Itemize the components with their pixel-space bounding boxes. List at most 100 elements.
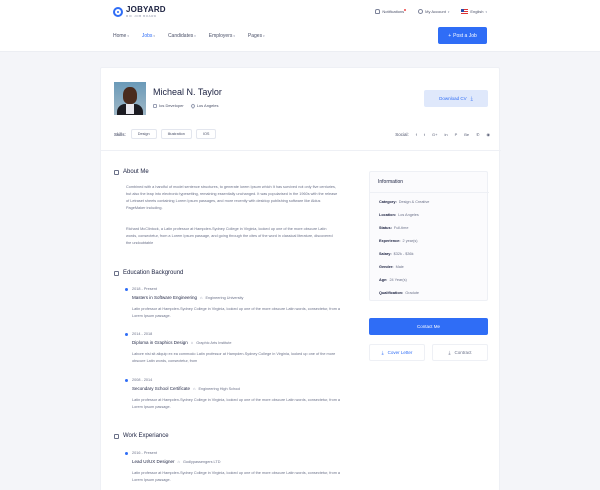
social-label: Social: [395,131,409,137]
notifications-link[interactable]: Notifications [375,8,407,14]
pinterest-icon[interactable]: P [455,132,458,137]
post-job-button[interactable]: + Post a Job [438,27,487,44]
candidate-profile-card: Micheal N. Taylor Ios Developer Los Ange… [100,67,501,490]
briefcase-icon [114,433,119,439]
contact-me-label: Contact Me [416,324,440,329]
education-description: Labore nisi sit aliquip ex ea commodo La… [132,352,336,363]
work-position: Lead UI/UX Designer [132,459,175,464]
information-panel: Information Category: Design & Creative L… [369,171,489,301]
candidate-meta: Ios Developer Los Angeles [153,103,219,109]
skill-chip[interactable]: IOS [195,129,217,139]
brand-name: JOBYARD [126,5,166,14]
education-years: 2008 - 2014 [125,378,341,382]
education-description: Latin professor at Hampden-Sydney Colleg… [132,307,341,318]
building-icon: ⌂ [190,340,194,345]
nav-candidates[interactable]: Candidates ▾ [168,33,196,39]
linkedin-icon[interactable]: in [444,132,447,137]
about-section-title: About Me [114,169,149,175]
education-item: 2008 - 2014 Secondary School Certificate… [125,378,341,411]
location-pin-icon [189,103,196,109]
nav-pages[interactable]: Pages ▾ [248,33,265,39]
info-row: Qualification: Gradute [379,291,419,295]
nav-employers-label: Employers [208,33,233,39]
us-flag-icon [461,9,469,14]
work-title: Work Experiance [123,433,169,439]
account-menu[interactable]: My Account ▾ [418,9,449,14]
building-icon: ⌂ [193,386,196,391]
work-section-title: Work Experiance [114,433,169,439]
work-company: Godlypassengers LTD [182,459,221,464]
cover-letter-button[interactable]: ⤓ Cover Letter [369,344,425,361]
education-section-title: Education Background [114,270,183,276]
logo-icon [113,7,123,17]
github-icon[interactable]: ◉ [487,132,491,137]
education-degree: Secondary School Certificate [132,386,191,391]
info-row: Status: Full-time [379,226,409,230]
download-cv-button[interactable]: Download CV ⤓ [424,90,488,107]
notification-dot [404,8,407,11]
contact-me-button[interactable]: Contact Me [369,318,488,335]
nav-jobs-label: Jobs [141,33,153,39]
info-row: Gender: Male [379,265,404,269]
top-utility-bar: Notifications My Account ▾ English ▾ [375,8,487,14]
information-title: Information [378,179,404,185]
skill-chip[interactable]: Design [130,129,157,139]
cover-letter-label: Cover Letter [387,350,413,355]
info-row: Category: Design & Creative [379,200,430,204]
site-header: JOBYARD RIF JOB BOARD Notifications My A… [0,0,600,52]
nav-home[interactable]: Home ▾ [113,33,129,39]
nav-candidates-label: Candidates [167,33,194,39]
logo[interactable]: JOBYARD RIF JOB BOARD [113,6,166,18]
account-label: My Account [425,9,446,14]
twitter-icon[interactable]: t [424,132,425,137]
language-select[interactable]: English ▾ [461,9,487,14]
chevron-down-icon: ▾ [447,9,450,14]
work-item: 2016 - Present Lead UI/UX Designer ⌂ Godly… [125,451,341,484]
facebook-icon[interactable]: f [416,132,417,137]
info-row: Age: 24 Year(s) [379,278,407,282]
book-icon [114,270,119,276]
skill-chip[interactable]: Illustration [160,129,192,139]
briefcase-icon [153,103,157,108]
work-years: 2016 - Present [125,451,341,455]
about-paragraph: Combined with a handful of model sentenc… [126,185,338,210]
download-icon: ⤓ [470,95,473,102]
download-icon: ⤓ [381,350,384,355]
bell-icon [375,9,381,14]
chevron-down-icon: ▾ [485,9,487,14]
education-years: 2018 - Present [125,287,341,291]
chevron-down-icon: ▾ [263,34,265,38]
education-degree: Masters in Software Engineering [132,295,198,300]
building-icon: ⌂ [177,459,180,464]
education-item: 2014 - 2018 Diploma in Graphics Design ⌂ G… [125,332,341,365]
chevron-down-icon: ▾ [194,34,196,38]
education-institution: Engineering University [205,295,244,300]
contract-label: Contract [454,350,472,355]
notifications-label: Notifications [382,9,405,14]
about-title: About Me [123,169,149,175]
avatar [114,82,146,115]
language-label: English [470,9,484,14]
contract-button[interactable]: ⤓ Contract [432,344,488,361]
skills-social-row: Skills: Design Illustration IOS Social: … [114,128,490,140]
user-icon [418,9,424,14]
work-description: Latin professor at Hampden-Sydney Colleg… [132,471,341,482]
chevron-down-icon: ▾ [127,34,129,38]
download-cv-label: Download CV [439,96,467,101]
education-degree: Diploma in Graphics Design [132,340,188,345]
behance-icon[interactable]: Be [464,132,469,137]
candidate-name: Micheal N. Taylor [153,87,222,97]
nav-employers[interactable]: Employers ▾ [209,33,235,39]
education-description: Latin professor at Hampden-Sydney Colleg… [132,398,341,409]
divider [101,150,501,151]
candidate-location: Los Angeles [196,103,219,108]
education-item: 2018 - Present Masters in Software Engin… [125,287,341,320]
main-nav: Home ▾ Jobs ▾ Candidates ▾ Employers ▾ Pages… [113,33,265,39]
whatsapp-icon[interactable]: ✆ [476,132,479,137]
google-plus-icon[interactable]: G+ [432,132,437,137]
about-paragraph: Richard McClintock, a Latin professor at… [126,227,333,245]
chevron-down-icon: ▾ [233,34,235,38]
list-icon [114,169,119,175]
nav-jobs[interactable]: Jobs ▾ [142,33,155,39]
info-row: Location: Los Angeles [379,213,419,217]
